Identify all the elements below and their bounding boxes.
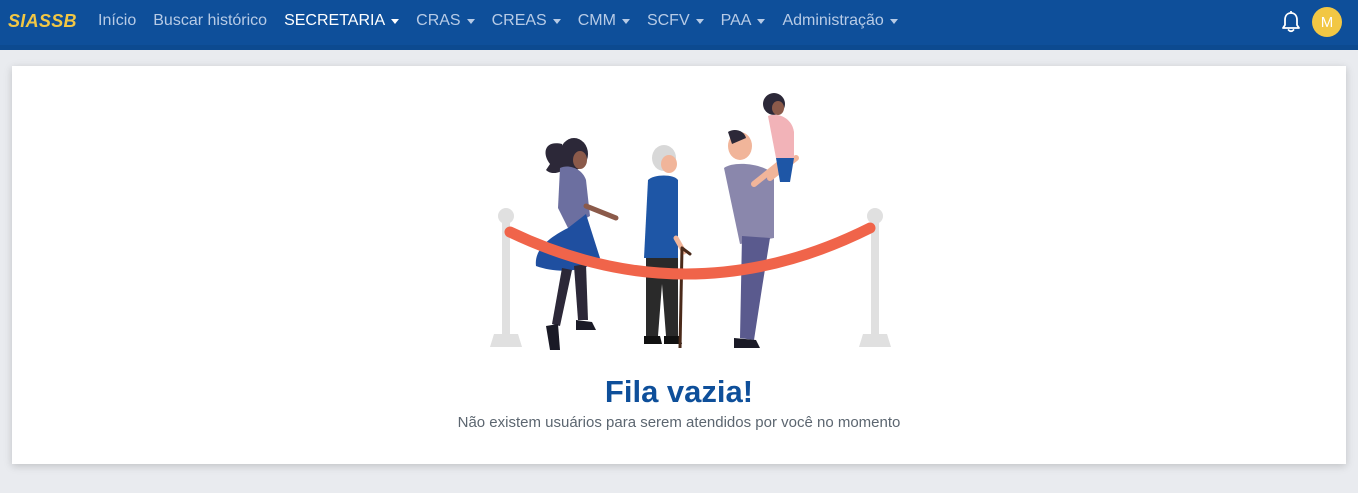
chevron-down-icon bbox=[889, 18, 898, 24]
bell-icon[interactable] bbox=[1281, 11, 1301, 33]
navbar-bottom-strip bbox=[0, 45, 1358, 50]
nav-item-label: Buscar histórico bbox=[153, 12, 268, 29]
chevron-down-icon bbox=[391, 18, 400, 24]
brand-logo[interactable]: SIASSB bbox=[8, 11, 77, 32]
main-menu: Início Buscar histórico SECRETARIA CRAS … bbox=[98, 12, 915, 30]
nav-item-cras[interactable]: CRAS bbox=[416, 12, 475, 30]
nav-item-label: SCFV bbox=[646, 12, 690, 29]
nav-item-administracao[interactable]: Administração bbox=[782, 12, 898, 30]
chevron-down-icon bbox=[621, 18, 630, 24]
nav-item-paa[interactable]: PAA bbox=[721, 12, 766, 30]
nav-item-buscar-historico[interactable]: Buscar histórico bbox=[153, 12, 267, 30]
nav-item-label: PAA bbox=[720, 12, 752, 29]
nav-item-label: CRAS bbox=[416, 12, 461, 29]
empty-queue-illustration bbox=[490, 93, 891, 350]
nav-item-creas[interactable]: CREAS bbox=[492, 12, 561, 30]
user-avatar[interactable]: M bbox=[1312, 7, 1342, 37]
empty-state-title: Fila vazia! bbox=[604, 374, 754, 409]
nav-item-scfv[interactable]: SCFV bbox=[647, 12, 704, 30]
nav-item-label: Início bbox=[98, 12, 137, 29]
chevron-down-icon bbox=[695, 18, 704, 24]
empty-queue-card: Fila vazia! Não existem usuários para se… bbox=[12, 66, 1346, 464]
top-navbar: SIASSB Início Buscar histórico SECRETARI… bbox=[0, 0, 1358, 45]
elderly-man-figure bbox=[644, 145, 692, 349]
nav-item-inicio[interactable]: Início bbox=[98, 12, 136, 30]
chevron-down-icon bbox=[757, 18, 766, 24]
chevron-down-icon bbox=[466, 18, 475, 24]
chevron-down-icon bbox=[552, 18, 561, 24]
empty-state-message: Não existem usuários para serem atendido… bbox=[457, 414, 901, 431]
nav-item-label: Administração bbox=[782, 12, 884, 29]
nav-item-cmm[interactable]: CMM bbox=[578, 12, 630, 30]
nav-item-label: CMM bbox=[577, 12, 616, 29]
man-with-child-figure bbox=[724, 93, 799, 348]
nav-item-label: SECRETARIA bbox=[284, 12, 386, 29]
nav-item-label: CREAS bbox=[491, 12, 547, 29]
nav-item-secretaria[interactable]: SECRETARIA bbox=[284, 12, 400, 30]
